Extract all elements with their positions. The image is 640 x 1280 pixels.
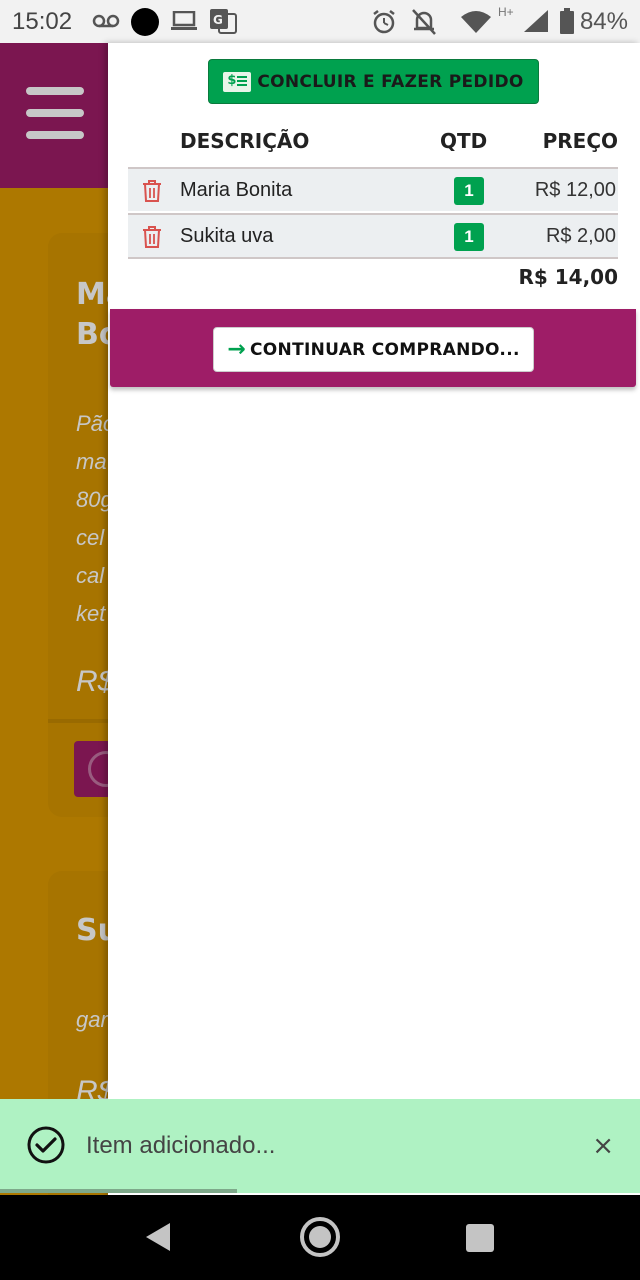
cart-item-price: R$ 12,00 (534, 179, 616, 201)
money-icon (223, 71, 252, 92)
cart-item-row: Sukita uva 1 R$ 2,00 (128, 213, 618, 259)
checkout-button[interactable]: CONCLUIR E FAZER PEDIDO (208, 59, 539, 104)
column-header-quantity: QTD (440, 129, 488, 153)
home-icon[interactable] (300, 1217, 340, 1257)
status-bar: 15:02 G H+ 84% (0, 0, 640, 43)
recent-apps-icon[interactable] (466, 1224, 494, 1252)
notification-dot-icon (131, 8, 159, 36)
network-type-label: H+ (498, 5, 514, 19)
battery-percent: 84% (579, 8, 628, 35)
battery-icon (560, 8, 574, 34)
back-icon[interactable] (146, 1223, 170, 1251)
cart-panel: CONCLUIR E FAZER PEDIDO DESCRIÇÃO QTD PR… (108, 43, 640, 1195)
close-icon[interactable]: × (592, 1131, 614, 1161)
trash-icon[interactable] (142, 180, 162, 202)
arrow-right-icon: → (227, 337, 247, 362)
toast-notification: Item adicionado... × (0, 1099, 640, 1193)
toast-message: Item adicionado... (86, 1132, 276, 1159)
status-time: 15:02 (12, 8, 73, 35)
translate-icon: G (210, 9, 237, 34)
voicemail-icon (92, 14, 120, 28)
cart-total: R$ 14,00 (518, 265, 618, 289)
alarm-icon (373, 10, 395, 34)
cart-item-quantity: 1 (454, 177, 484, 205)
cart-item-row: Maria Bonita 1 R$ 12,00 (128, 167, 618, 211)
continue-shopping-button[interactable]: → CONTINUAR COMPRANDO... (213, 327, 534, 372)
svg-text:G: G (213, 13, 223, 27)
cart-item-quantity: 1 (454, 223, 484, 251)
column-header-description: DESCRIÇÃO (180, 129, 310, 153)
notifications-off-icon (412, 9, 436, 35)
checkout-button-label: CONCLUIR E FAZER PEDIDO (257, 71, 524, 92)
cart-panel-footer: → CONTINUAR COMPRANDO... (110, 309, 636, 387)
wifi-icon (461, 11, 491, 33)
check-circle-icon (27, 1126, 65, 1164)
cart-item-name: Maria Bonita (180, 179, 293, 201)
navigation-bar (0, 1195, 640, 1280)
cart-item-name: Sukita uva (180, 225, 274, 247)
signal-icon (524, 10, 548, 32)
column-header-price: PREÇO (542, 129, 618, 153)
continue-shopping-label: CONTINUAR COMPRANDO... (250, 339, 520, 360)
trash-icon[interactable] (142, 226, 162, 248)
toast-progress-bar (0, 1189, 237, 1193)
laptop-icon (171, 11, 197, 30)
cart-item-price: R$ 2,00 (545, 225, 616, 247)
